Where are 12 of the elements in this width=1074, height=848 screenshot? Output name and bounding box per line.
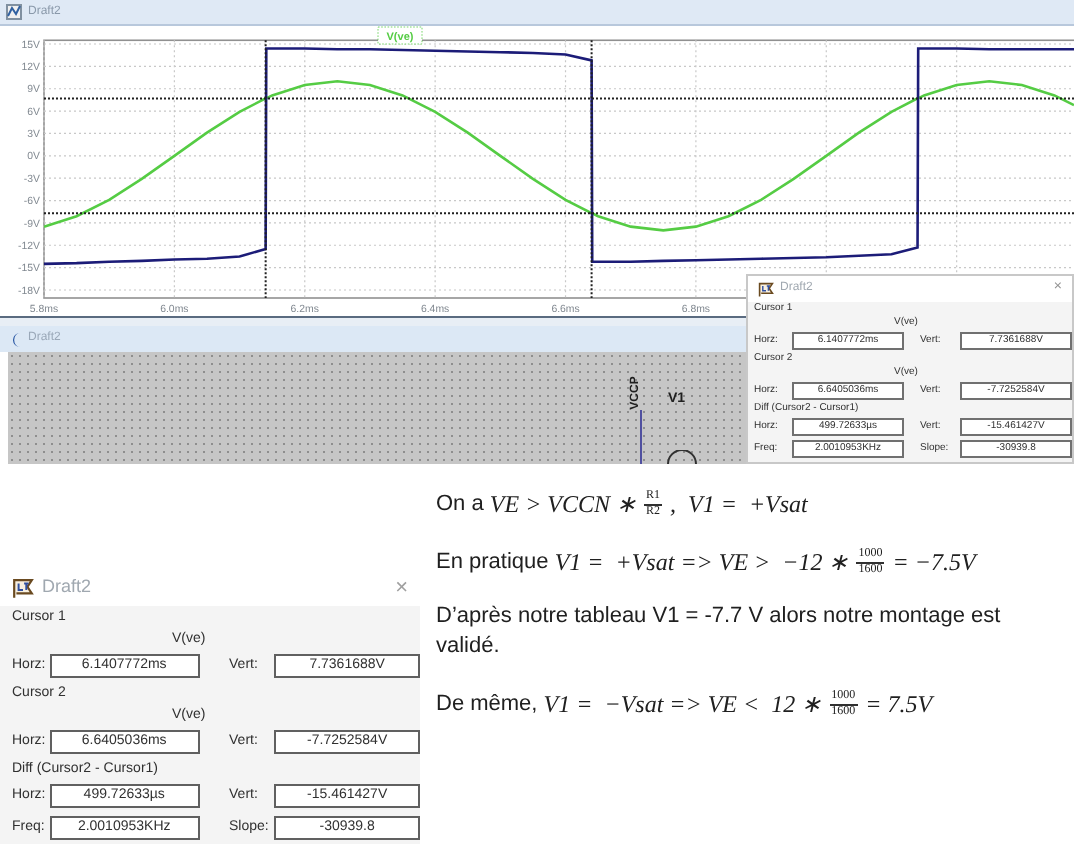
wire <box>640 410 642 464</box>
flag-icon <box>12 577 34 599</box>
app-icon <box>6 4 22 20</box>
cursor-line[interactable] <box>43 97 1074 100</box>
cursor-line[interactable] <box>590 39 593 299</box>
cursor-line[interactable] <box>43 212 1074 215</box>
voltage-source-symbol <box>666 450 698 464</box>
cursor-line[interactable] <box>264 39 267 299</box>
dialog-title: Draft2 <box>42 574 92 601</box>
crescent-icon <box>10 331 22 347</box>
flag-icon <box>758 281 774 297</box>
paragraph: D’après notre tableau V1 = -7.7 V alors notre montage est validé. <box>436 602 1003 662</box>
